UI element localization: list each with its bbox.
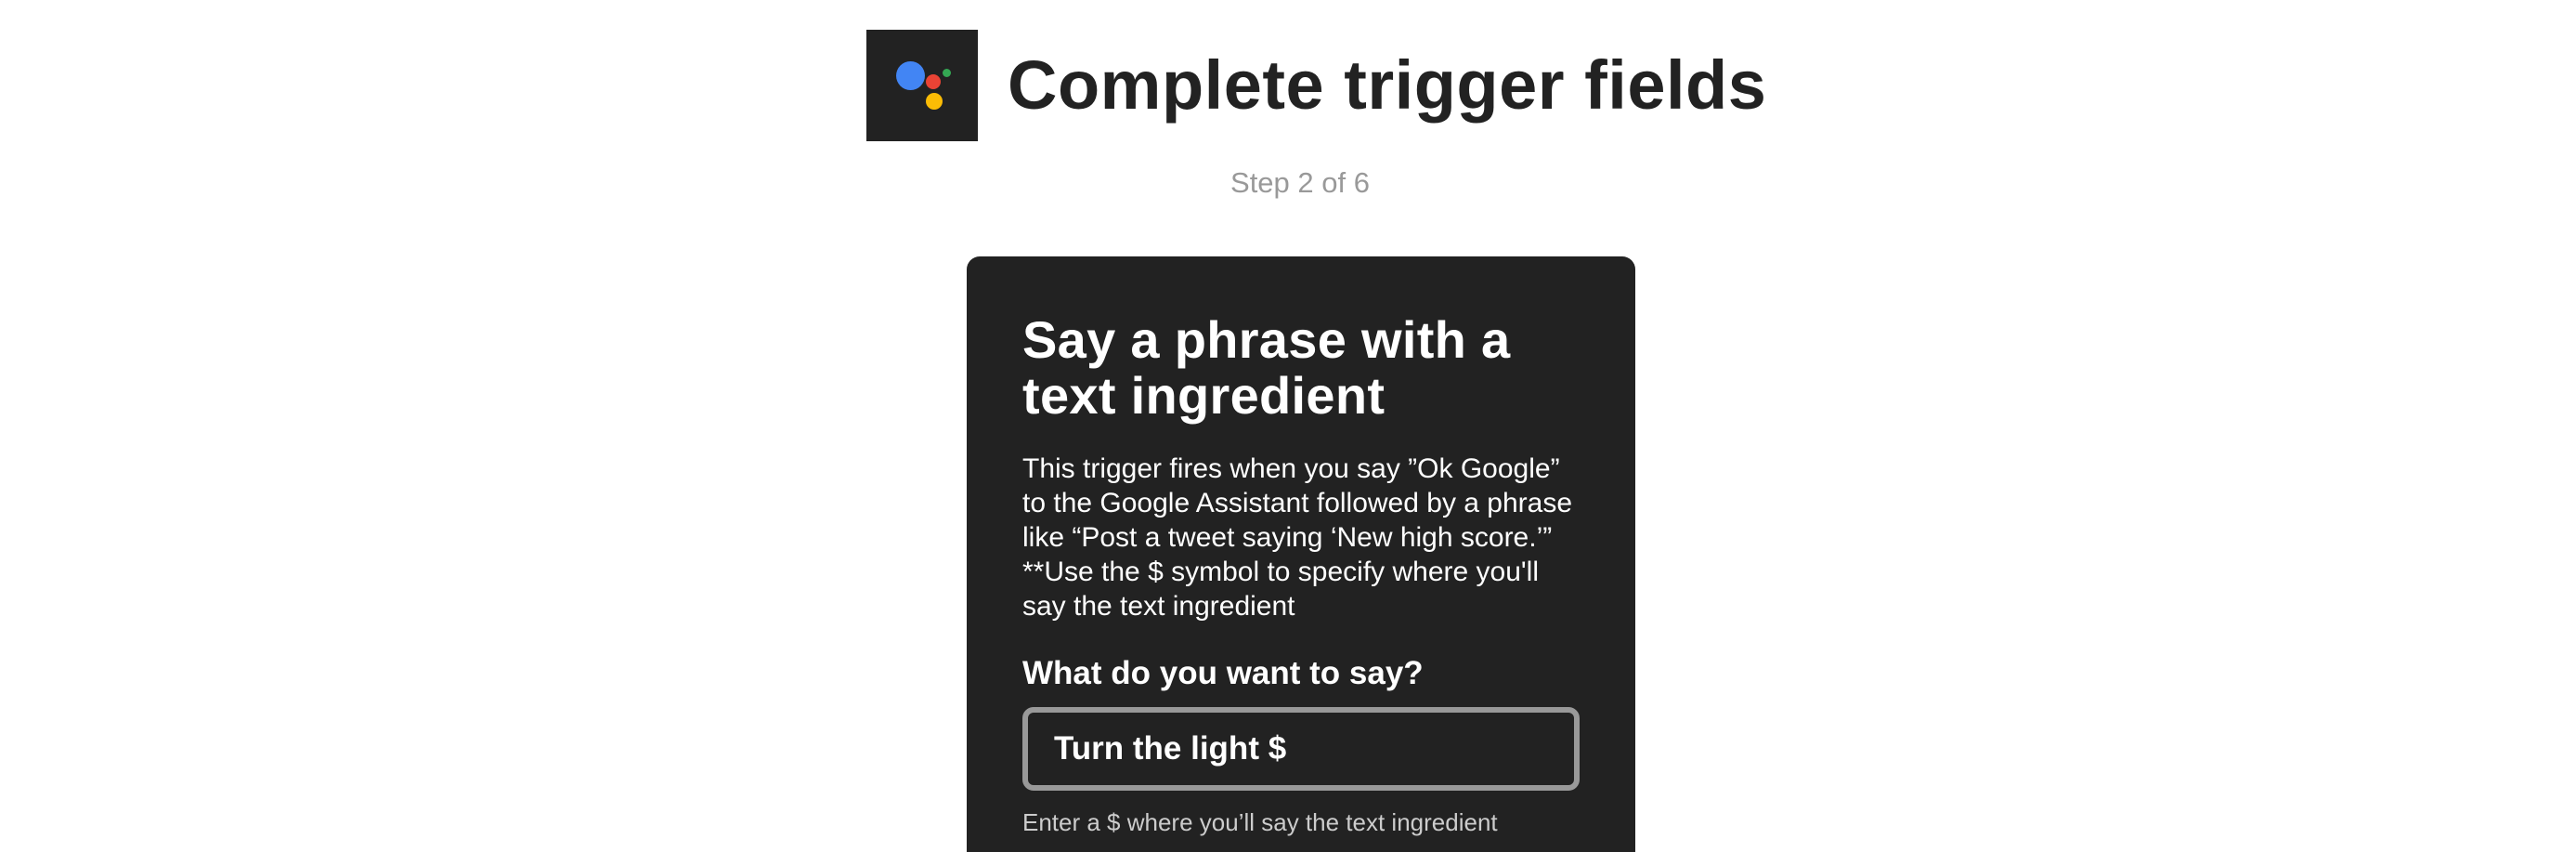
google-assistant-icon [866,30,978,141]
phrase-input[interactable]: Turn the light $ [1022,707,1580,791]
trigger-description: This trigger fires when you say ”Ok Goog… [1022,453,1573,622]
assistant-yellow-dot [926,93,943,110]
assistant-blue-dot [896,61,925,90]
page: Complete trigger fields Step 2 of 6 Say … [0,0,2576,852]
trigger-card: Say a phrase with a text ingredient This… [967,256,1635,852]
page-title: Complete trigger fields [1008,46,1767,124]
phrase-field-label: What do you want to say? [1022,655,1424,691]
assistant-green-dot [943,69,951,77]
trigger-title: Say a phrase with a text ingredient [1022,310,1511,425]
page-header: Complete trigger fields [866,30,1766,141]
phrase-input-value[interactable]: Turn the light $ [1054,730,1286,767]
assistant-red-dot [926,74,941,89]
phrase-helper-text: Enter a $ where you’ll say the text ingr… [1022,808,1498,836]
step-indicator: Step 2 of 6 [1230,166,1370,199]
